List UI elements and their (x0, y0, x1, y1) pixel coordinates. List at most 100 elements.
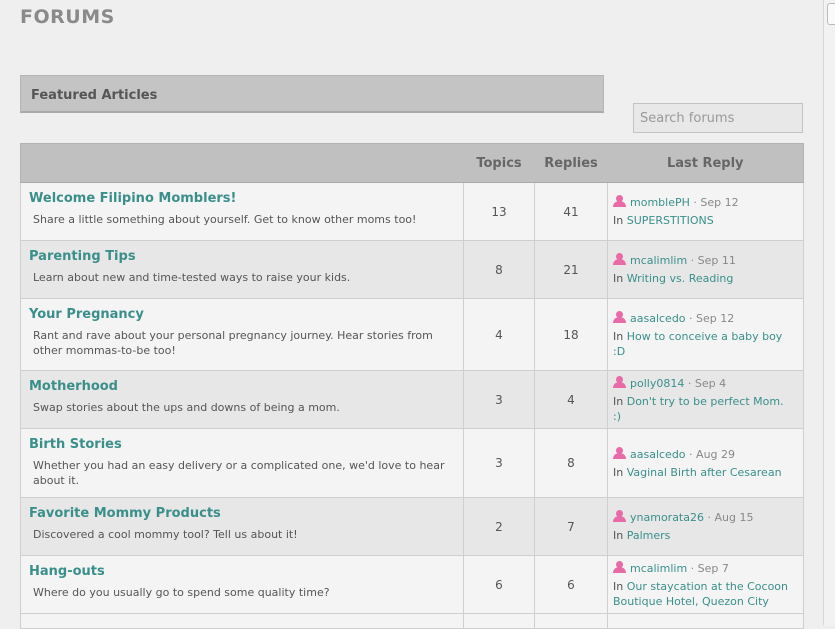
last-reply-in-label: In (613, 529, 627, 542)
last-reply-date: Sep 11 (697, 254, 736, 267)
last-reply-topic-line: In SUPERSTITIONS (613, 213, 795, 228)
last-reply-date: Sep 12 (700, 196, 739, 209)
forum-cell: Birth Stories Whether you had an easy del… (20, 428, 464, 498)
last-reply-in-label: In (613, 465, 627, 479)
table-row: Motherhood Swap stories about the ups and… (20, 370, 804, 429)
last-reply-user-line: ynamorata26 · Aug 15 (613, 510, 795, 525)
last-reply-topic-link[interactable]: Vaginal Birth after Cesarean (627, 466, 782, 479)
last-reply-date-separator: · (689, 196, 701, 209)
replies-count: 21 (534, 240, 608, 299)
search-input[interactable] (633, 103, 803, 133)
last-reply-topic-line: In How to conceive a baby boy :D (613, 329, 795, 359)
forum-description: Whether you had an easy delivery or a co… (33, 459, 445, 487)
replies-count: 6 (534, 555, 608, 614)
edge-tab[interactable] (827, 3, 835, 25)
table-row: Parenting Tips Learn about new and time-t… (20, 240, 804, 299)
featured-articles-label: Featured Articles (31, 88, 158, 103)
topics-count (463, 613, 535, 629)
last-reply-in-label: In (613, 394, 627, 408)
last-reply-date: Aug 15 (714, 511, 754, 524)
forum-rows: Welcome Filipino Momblers! Share a little… (20, 182, 804, 629)
last-reply-date: Aug 29 (696, 447, 736, 461)
last-reply-in-label: In (613, 329, 627, 343)
last-reply-cell: aasalcedo · Aug 29 In Vaginal Birth after… (607, 428, 804, 498)
topics-count: 8 (463, 240, 535, 299)
last-reply-cell: mcalimlim · Sep 11 In Writing vs. Reading (607, 240, 804, 299)
header-replies: Replies (534, 143, 608, 183)
user-icon (613, 560, 627, 573)
replies-count (534, 613, 608, 629)
last-reply-topic-link[interactable]: Palmers (627, 529, 671, 542)
forum-title-link[interactable]: Welcome Filipino Momblers! (29, 191, 455, 206)
forum-title-link[interactable]: Motherhood (29, 379, 455, 394)
last-reply-user-line: aasalcedo · Aug 29 (613, 446, 795, 462)
replies-count: 8 (534, 428, 608, 498)
last-reply-topic-link[interactable]: Writing vs. Reading (627, 272, 734, 285)
last-reply-date: Sep 7 (697, 561, 729, 575)
topics-count: 3 (463, 370, 535, 429)
header-forum (20, 143, 464, 183)
replies-count: 41 (534, 182, 608, 241)
page-title: FORUMS (20, 6, 115, 28)
last-reply-topic-line: In Vaginal Birth after Cesarean (613, 465, 795, 480)
last-reply-user-link[interactable]: mcalimlim (630, 254, 687, 267)
table-row-partial (20, 613, 804, 629)
forum-description: Learn about new and time-tested ways to … (33, 271, 351, 284)
last-reply-cell: aasalcedo · Sep 12 In How to conceive a b… (607, 298, 804, 371)
last-reply-cell: mcalimlim · Sep 7 In Our staycation at th… (607, 555, 804, 614)
user-icon (613, 310, 627, 323)
forum-description: Rant and rave about your personal pregna… (33, 329, 433, 357)
replies-count: 7 (534, 497, 608, 556)
header-topics: Topics (463, 143, 535, 183)
forum-description: Swap stories about the ups and downs of … (33, 401, 340, 414)
last-reply-cell: ynamorata26 · Aug 15 In Palmers (607, 497, 804, 556)
forum-title-link[interactable]: Parenting Tips (29, 249, 455, 264)
last-reply-user-link[interactable]: ynamorata26 (630, 511, 704, 524)
table-header-row: Topics Replies Last Reply (20, 143, 804, 183)
last-reply-in-label: In (613, 579, 627, 593)
forum-cell: Welcome Filipino Momblers! Share a little… (20, 182, 464, 241)
last-reply-topic-link[interactable]: How to conceive a baby boy :D (613, 330, 782, 358)
table-row: Your Pregnancy Rant and rave about your p… (20, 298, 804, 371)
forum-cell: Favorite Mommy Products Discovered a cool… (20, 497, 464, 556)
last-reply-date-separator: · (684, 376, 695, 390)
last-reply-user-link[interactable]: momblePH (630, 196, 690, 209)
featured-articles-bar[interactable]: Featured Articles (20, 75, 604, 113)
last-reply-user-link[interactable]: aasalcedo (630, 312, 686, 325)
last-reply-topic-line: In Our staycation at the Cocoon Boutique… (613, 579, 795, 609)
user-icon (613, 253, 627, 265)
user-icon (613, 446, 627, 459)
table-row: Favorite Mommy Products Discovered a cool… (20, 497, 804, 556)
table-row: Welcome Filipino Momblers! Share a little… (20, 182, 804, 241)
forum-description: Share a little something about yourself.… (33, 213, 417, 226)
topics-count: 6 (463, 555, 535, 614)
last-reply-user-line: aasalcedo · Sep 12 (613, 310, 795, 326)
last-reply-date-separator: · (685, 447, 697, 461)
last-reply-in-label: In (613, 272, 627, 285)
last-reply-date-separator: · (687, 254, 698, 267)
table-row: Birth Stories Whether you had an easy del… (20, 428, 804, 498)
last-reply-user-link[interactable]: aasalcedo (630, 448, 686, 461)
last-reply-topic-link[interactable]: Our staycation at the Cocoon Boutique Ho… (613, 580, 788, 608)
last-reply-user-link[interactable]: polly0814 (630, 377, 684, 390)
forum-title-link[interactable]: Hang-outs (29, 564, 455, 579)
last-reply-date: Sep 12 (696, 311, 735, 325)
forum-title-link[interactable]: Your Pregnancy (29, 307, 455, 322)
table-row: Hang-outs Where do you usually go to spen… (20, 555, 804, 614)
topics-count: 2 (463, 497, 535, 556)
last-reply-in-label: In (613, 214, 627, 227)
forum-cell (20, 613, 464, 629)
last-reply-topic-line: In Don't try to be perfect Mom. :) (613, 394, 795, 424)
last-reply-topic-link[interactable]: Don't try to be perfect Mom. :) (613, 395, 784, 423)
replies-count: 18 (534, 298, 608, 371)
last-reply-user-link[interactable]: mcalimlim (630, 562, 687, 575)
replies-count: 4 (534, 370, 608, 429)
last-reply-topic-link[interactable]: SUPERSTITIONS (627, 214, 714, 227)
forum-description: Where do you usually go to spend some qu… (33, 586, 330, 599)
topics-count: 3 (463, 428, 535, 498)
forum-title-link[interactable]: Favorite Mommy Products (29, 506, 455, 521)
last-reply-date-separator: · (703, 511, 715, 524)
forum-title-link[interactable]: Birth Stories (29, 437, 455, 452)
last-reply-cell: polly0814 · Sep 4 In Don't try to be perf… (607, 370, 804, 429)
header-last-reply: Last Reply (607, 143, 804, 183)
